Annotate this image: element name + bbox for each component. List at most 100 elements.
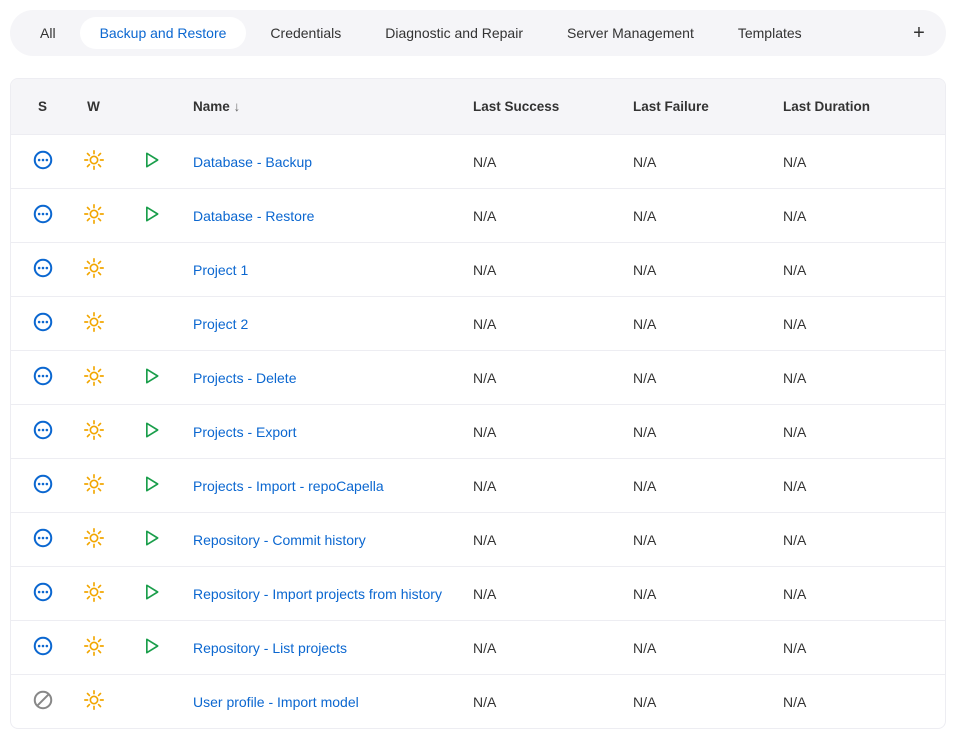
weather-sunny-icon[interactable] xyxy=(83,149,105,174)
job-name-link[interactable]: Projects - Delete xyxy=(193,370,296,386)
notbuilt-status-icon[interactable] xyxy=(32,149,54,174)
weather-sunny-icon[interactable] xyxy=(83,419,105,444)
notbuilt-status-icon[interactable] xyxy=(32,419,54,444)
column-header-status[interactable]: S xyxy=(11,79,66,135)
last-success-value: N/A xyxy=(461,621,621,675)
run-job-button[interactable] xyxy=(141,366,161,389)
notbuilt-status-icon[interactable] xyxy=(32,581,54,606)
weather-sunny-icon[interactable] xyxy=(83,689,105,714)
disabled-status-icon[interactable] xyxy=(32,689,54,714)
weather-sunny-icon[interactable] xyxy=(83,203,105,228)
last-duration-value: N/A xyxy=(771,675,945,729)
last-failure-value: N/A xyxy=(621,675,771,729)
job-name-link[interactable]: Repository - Import projects from histor… xyxy=(193,586,442,602)
last-failure-value: N/A xyxy=(621,351,771,405)
last-failure-value: N/A xyxy=(621,405,771,459)
job-name-link[interactable]: Repository - List projects xyxy=(193,640,347,656)
column-header-last-duration[interactable]: Last Duration xyxy=(771,79,945,135)
table-row: Projects - DeleteN/AN/AN/A xyxy=(11,351,945,405)
run-job-button[interactable] xyxy=(141,528,161,551)
weather-sunny-icon[interactable] xyxy=(83,581,105,606)
column-header-play xyxy=(121,79,181,135)
last-success-value: N/A xyxy=(461,567,621,621)
job-name-link[interactable]: Project 2 xyxy=(193,316,248,332)
tab-templates[interactable]: Templates xyxy=(718,17,822,49)
last-success-value: N/A xyxy=(461,297,621,351)
tab-server-management[interactable]: Server Management xyxy=(547,17,714,49)
notbuilt-status-icon[interactable] xyxy=(32,365,54,390)
table-row: Repository - Commit historyN/AN/AN/A xyxy=(11,513,945,567)
last-failure-value: N/A xyxy=(621,621,771,675)
weather-sunny-icon[interactable] xyxy=(83,257,105,282)
last-success-value: N/A xyxy=(461,135,621,189)
job-name-link[interactable]: Database - Restore xyxy=(193,208,314,224)
last-failure-value: N/A xyxy=(621,189,771,243)
table-row: Projects - ExportN/AN/AN/A xyxy=(11,405,945,459)
last-failure-value: N/A xyxy=(621,459,771,513)
last-success-value: N/A xyxy=(461,513,621,567)
weather-sunny-icon[interactable] xyxy=(83,311,105,336)
notbuilt-status-icon[interactable] xyxy=(32,203,54,228)
last-success-value: N/A xyxy=(461,405,621,459)
last-failure-value: N/A xyxy=(621,243,771,297)
last-duration-value: N/A xyxy=(771,351,945,405)
run-job-button[interactable] xyxy=(141,420,161,443)
tab-all[interactable]: All xyxy=(20,17,76,49)
run-job-button[interactable] xyxy=(141,636,161,659)
table-row: User profile - Import modelN/AN/AN/A xyxy=(11,675,945,729)
notbuilt-status-icon[interactable] xyxy=(32,527,54,552)
job-name-link[interactable]: Repository - Commit history xyxy=(193,532,366,548)
column-header-last-failure[interactable]: Last Failure xyxy=(621,79,771,135)
last-duration-value: N/A xyxy=(771,567,945,621)
job-name-link[interactable]: Projects - Export xyxy=(193,424,296,440)
weather-sunny-icon[interactable] xyxy=(83,527,105,552)
table-row: Repository - Import projects from histor… xyxy=(11,567,945,621)
last-duration-value: N/A xyxy=(771,621,945,675)
last-duration-value: N/A xyxy=(771,459,945,513)
last-duration-value: N/A xyxy=(771,297,945,351)
column-header-name-label: Name xyxy=(193,99,230,114)
add-tab-button[interactable]: + xyxy=(902,16,936,50)
last-success-value: N/A xyxy=(461,189,621,243)
run-job-button[interactable] xyxy=(141,582,161,605)
last-success-value: N/A xyxy=(461,243,621,297)
last-duration-value: N/A xyxy=(771,135,945,189)
column-header-last-success[interactable]: Last Success xyxy=(461,79,621,135)
run-job-button[interactable] xyxy=(141,204,161,227)
weather-sunny-icon[interactable] xyxy=(83,473,105,498)
table-row: Repository - List projectsN/AN/AN/A xyxy=(11,621,945,675)
weather-sunny-icon[interactable] xyxy=(83,635,105,660)
last-success-value: N/A xyxy=(461,459,621,513)
last-success-value: N/A xyxy=(461,675,621,729)
table-row: Project 1N/AN/AN/A xyxy=(11,243,945,297)
job-name-link[interactable]: User profile - Import model xyxy=(193,694,359,710)
table-row: Database - BackupN/AN/AN/A xyxy=(11,135,945,189)
last-success-value: N/A xyxy=(461,351,621,405)
last-failure-value: N/A xyxy=(621,135,771,189)
last-duration-value: N/A xyxy=(771,243,945,297)
column-header-name[interactable]: Name ↓ xyxy=(181,79,461,135)
tab-credentials[interactable]: Credentials xyxy=(250,17,361,49)
sort-descending-icon: ↓ xyxy=(234,99,241,114)
table-row: Project 2N/AN/AN/A xyxy=(11,297,945,351)
tab-backup-and-restore[interactable]: Backup and Restore xyxy=(80,17,247,49)
table-row: Projects - Import - repoCapellaN/AN/AN/A xyxy=(11,459,945,513)
run-job-button[interactable] xyxy=(141,474,161,497)
notbuilt-status-icon[interactable] xyxy=(32,473,54,498)
tab-diagnostic-and-repair[interactable]: Diagnostic and Repair xyxy=(365,17,543,49)
column-header-weather[interactable]: W xyxy=(66,79,121,135)
notbuilt-status-icon[interactable] xyxy=(32,635,54,660)
jobs-table: S W Name ↓ Last Success Last Failure Las… xyxy=(10,78,946,729)
last-failure-value: N/A xyxy=(621,513,771,567)
notbuilt-status-icon[interactable] xyxy=(32,257,54,282)
last-duration-value: N/A xyxy=(771,189,945,243)
last-failure-value: N/A xyxy=(621,297,771,351)
job-name-link[interactable]: Database - Backup xyxy=(193,154,312,170)
weather-sunny-icon[interactable] xyxy=(83,365,105,390)
table-row: Database - RestoreN/AN/AN/A xyxy=(11,189,945,243)
tabs-bar: AllBackup and RestoreCredentialsDiagnost… xyxy=(10,10,946,56)
notbuilt-status-icon[interactable] xyxy=(32,311,54,336)
job-name-link[interactable]: Project 1 xyxy=(193,262,248,278)
run-job-button[interactable] xyxy=(141,150,161,173)
job-name-link[interactable]: Projects - Import - repoCapella xyxy=(193,478,384,494)
